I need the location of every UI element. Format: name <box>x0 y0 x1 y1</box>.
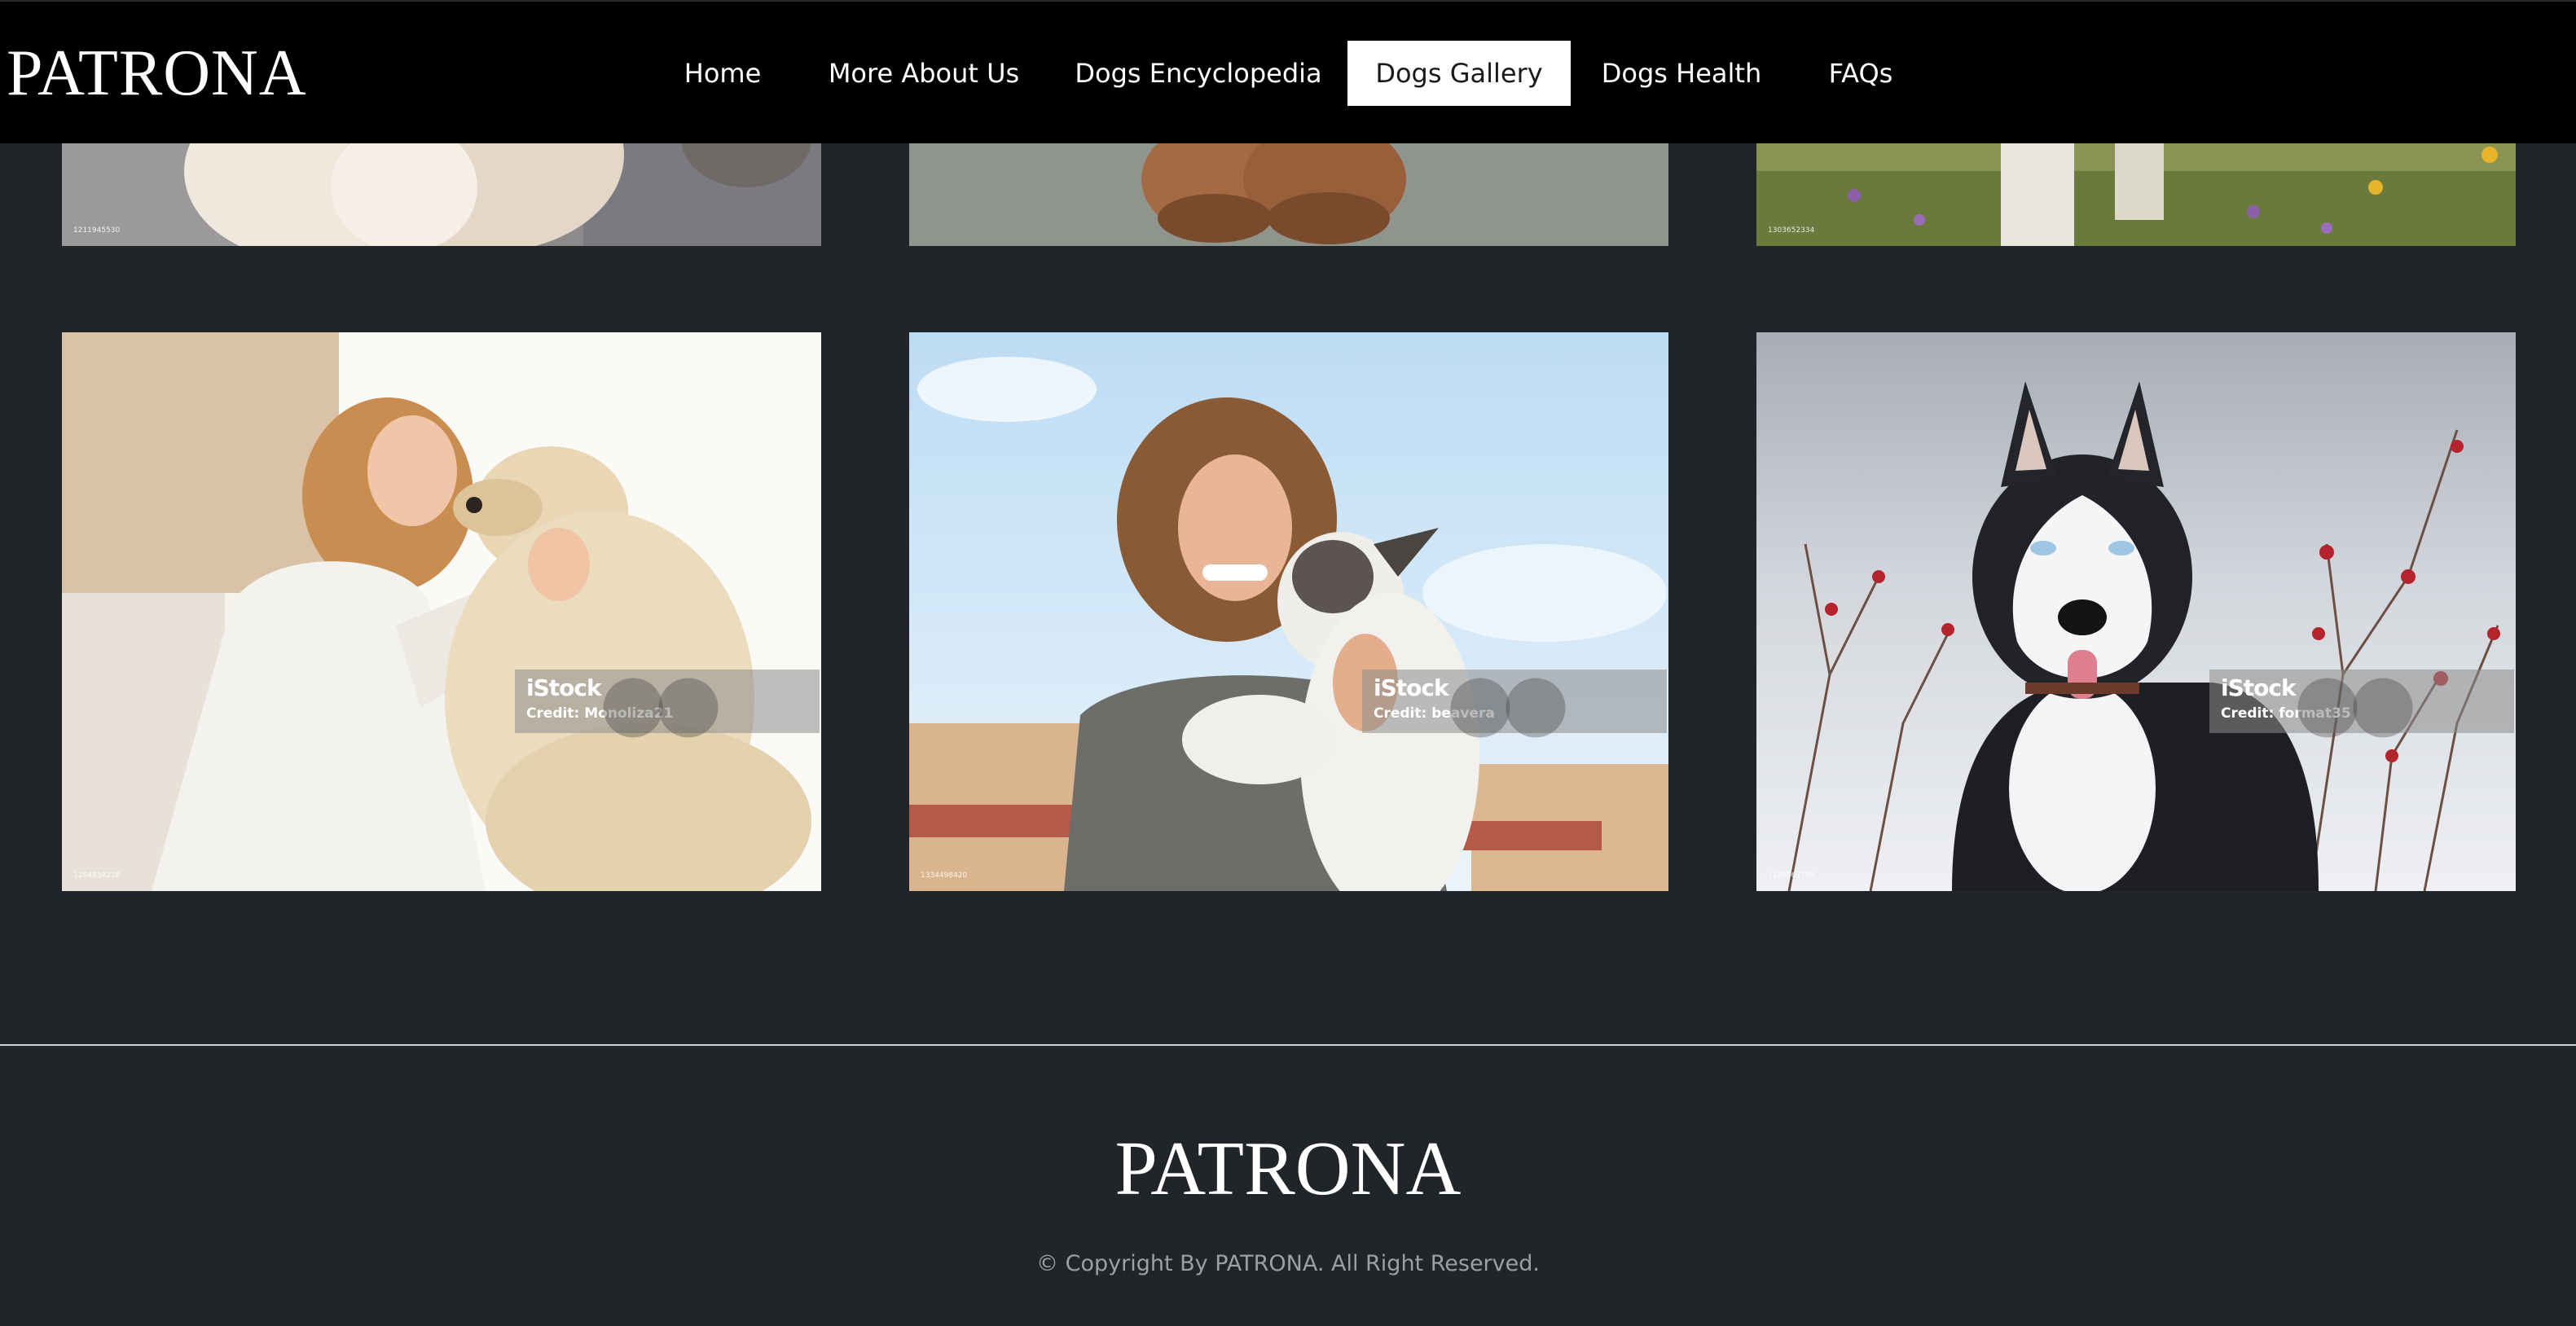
woman-french-bulldog-photo <box>909 332 1668 891</box>
husky-snow-photo <box>1756 332 2516 891</box>
image-id: 1211945530 <box>73 226 121 235</box>
main-navigation: Home More About Us Dogs Encyclopedia Dog… <box>0 41 2576 106</box>
top-navbar: PATRONA Home More About Us Dogs Encyclop… <box>0 0 2576 143</box>
page: 1211945530 1303652334 iStock Credit: Mon… <box>0 0 2576 1326</box>
image-id: 1303652334 <box>1768 226 1815 235</box>
image-id: 1138067738 <box>1768 872 1815 880</box>
nav-dogs-gallery[interactable]: Dogs Gallery <box>1347 41 1571 106</box>
gallery-image-husky[interactable]: iStock Credit: format35 1138067738 <box>1756 332 2516 891</box>
watermark-circles-icon <box>603 678 719 738</box>
istock-watermark: iStock Credit: Monoliza21 <box>515 670 820 738</box>
copyright-text: © Copyright By PATRONA. All Right Reserv… <box>1036 1251 1540 1276</box>
nav-more-about-us[interactable]: More About Us <box>815 41 1033 106</box>
nav-faqs[interactable]: FAQs <box>1810 41 1911 106</box>
watermark-circles-icon <box>2297 678 2413 738</box>
footer-divider <box>0 1044 2576 1046</box>
gallery-image-french-bulldog[interactable]: iStock Credit: beavera 1334498420 <box>909 332 1668 891</box>
image-id: 1204834238 <box>73 872 121 880</box>
image-id: 1334498420 <box>921 872 968 880</box>
istock-watermark: iStock Credit: beavera <box>1362 670 1667 738</box>
istock-watermark: iStock Credit: format35 <box>2209 670 2514 738</box>
footer-logo: PATRONA <box>1114 1126 1462 1211</box>
watermark-circles-icon <box>1450 678 1566 738</box>
gallery-image-golden-retriever[interactable]: iStock Credit: Monoliza21 1204834238 <box>62 332 821 891</box>
nav-home[interactable]: Home <box>670 41 776 106</box>
nav-dogs-health[interactable]: Dogs Health <box>1592 41 1771 106</box>
woman-golden-retriever-photo <box>62 332 821 891</box>
nav-dogs-encyclopedia[interactable]: Dogs Encyclopedia <box>1072 41 1325 106</box>
